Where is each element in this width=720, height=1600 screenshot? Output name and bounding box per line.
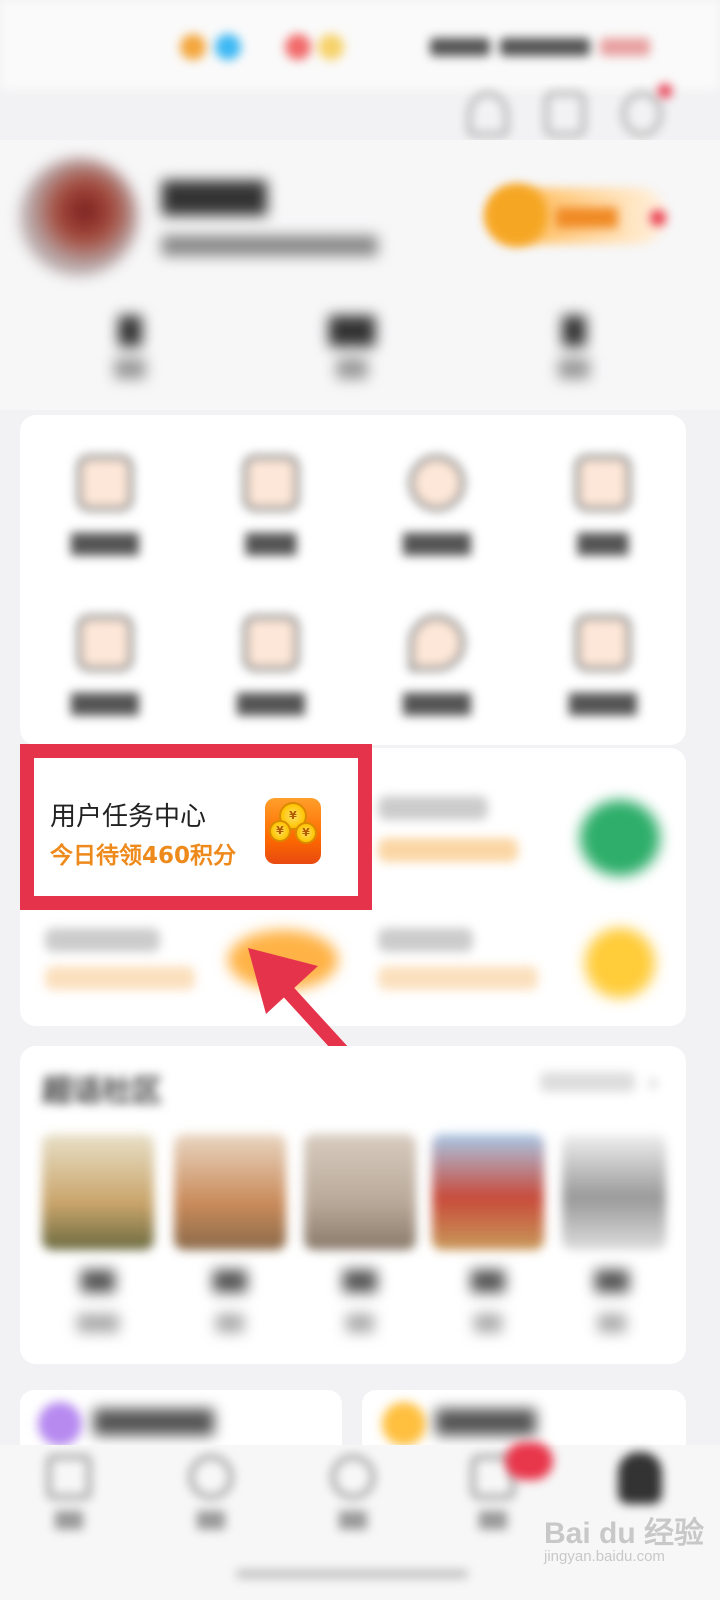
scan-icon[interactable]: [545, 92, 585, 136]
promo-subtitle: [378, 838, 518, 862]
wallet-icon: [77, 615, 133, 671]
thumbnail-name: ▇▇: [81, 1268, 115, 1293]
person-icon[interactable]: [468, 92, 508, 136]
home-icon: [47, 1455, 91, 1499]
battery-icon: [600, 38, 650, 56]
promo-title[interactable]: [45, 928, 160, 952]
discover-icon: [189, 1455, 233, 1499]
feature-grid: ▇▇▇▇ ▇▇▇ ▇▇▇▇ ▇▇▇ ▇▇▇▇ ▇▇▇▇ ▇▇▇▇ ▇▇▇▇: [20, 415, 686, 745]
thumbnail-name: ▇▇: [595, 1268, 629, 1293]
chevron-right-icon[interactable]: ›: [648, 1068, 658, 1098]
tab-home[interactable]: ▇▇: [24, 1455, 114, 1530]
tab-video[interactable]: ▇▇: [308, 1455, 398, 1530]
message-badge: [505, 1442, 553, 1480]
member-badge-icon: [486, 184, 548, 246]
grid-item[interactable]: ▇▇▇▇: [30, 615, 180, 716]
thumbnail-name: ▇▇: [343, 1268, 377, 1293]
thumbnail-name: ▇▇: [471, 1268, 505, 1293]
community-title: 超话社区: [42, 1074, 162, 1109]
notification-icon: [215, 34, 241, 60]
star-icon: [243, 455, 299, 511]
me-icon[interactable]: [618, 1452, 662, 1504]
notification-badge: [658, 84, 672, 98]
avatar[interactable]: [20, 158, 138, 276]
promo-title[interactable]: [378, 928, 473, 952]
signal-icon: [430, 38, 490, 56]
video-icon: [331, 1455, 375, 1499]
grid-item[interactable]: ▇▇▇▇: [362, 455, 512, 556]
community-thumbnail[interactable]: [432, 1134, 544, 1250]
task-center-title: 用户任务中心: [50, 802, 207, 832]
tab-discover[interactable]: ▇▇: [166, 1455, 256, 1530]
thumbnail-meta: ▇▇: [346, 1312, 374, 1333]
thumbnail-meta: ▇▇: [216, 1312, 244, 1333]
promo-image: [585, 928, 655, 998]
member-dot: [650, 210, 666, 226]
grid-item[interactable]: ▇▇▇: [196, 455, 346, 556]
community-thumbnail[interactable]: [42, 1134, 154, 1250]
community-thumbnail[interactable]: [174, 1134, 286, 1250]
network-icon: [500, 38, 590, 56]
folder-icon: [77, 455, 133, 511]
thumbnail-name: ▇▇: [213, 1268, 247, 1293]
profile-section: ▇▇▇▇ ▇▇▇▇▇▇▇▇▇▇▇▇▇▇ ▇▇▇▇ ▇ ▇▇ ▇▇ ▇▇ ▇ ▇▇: [0, 140, 720, 410]
notification-icon: [285, 34, 311, 60]
notification-icon: [180, 34, 206, 60]
grid-item[interactable]: ▇▇▇▇: [30, 455, 180, 556]
watermark-url: jingyan.baidu.com: [544, 1548, 665, 1565]
thumbnail-meta: ▇▇: [598, 1312, 626, 1333]
thumbnail-meta: ▇▇▇: [77, 1312, 119, 1333]
community-thumbnail[interactable]: [304, 1134, 416, 1250]
promo-subtitle: [45, 966, 195, 990]
order-icon: [243, 615, 299, 671]
grid-item[interactable]: ▇▇▇▇: [196, 615, 346, 716]
thumbnail-meta: ▇▇: [474, 1312, 502, 1333]
coin-icon: ¥: [295, 822, 317, 844]
task-center-subtitle: 今日待领460积分: [50, 843, 237, 869]
location-icon: [409, 615, 465, 671]
status-bar: [0, 0, 720, 90]
promo-image: [580, 800, 660, 876]
member-label: ▇▇▇▇: [556, 204, 618, 228]
card-icon: [382, 1402, 426, 1446]
community-more-link[interactable]: [540, 1072, 635, 1092]
nickname[interactable]: ▇▇▇▇: [162, 176, 267, 216]
clock-icon: [409, 455, 465, 511]
stat-likes[interactable]: ▇ ▇▇: [514, 312, 634, 379]
notification-icon: [318, 34, 344, 60]
community-thumbnail[interactable]: [562, 1134, 666, 1250]
card-label: ▇▇▇▇▇: [436, 1406, 536, 1436]
promo-title[interactable]: [378, 796, 488, 820]
stat-followers[interactable]: ▇▇ ▇▇: [292, 312, 412, 379]
calendar-icon: [575, 615, 631, 671]
coin-bag-icon: ¥ ¥ ¥: [265, 798, 321, 864]
coin-icon: ¥: [269, 820, 291, 842]
grid-item[interactable]: ▇▇▇▇: [528, 615, 678, 716]
promo-subtitle: [378, 966, 538, 990]
grid-item[interactable]: ▇▇▇: [528, 455, 678, 556]
card-icon: [38, 1402, 82, 1446]
watermark-logo: Bai du 经验: [544, 1517, 705, 1550]
grid-item[interactable]: ▇▇▇▇: [362, 615, 512, 716]
stat-following[interactable]: ▇ ▇▇: [70, 312, 190, 379]
card-label: ▇▇▇▇▇▇: [94, 1406, 214, 1436]
settings-icon[interactable]: [622, 92, 662, 136]
home-indicator[interactable]: [236, 1570, 468, 1578]
signature: ▇▇▇▇▇▇▇▇▇▇▇▇▇▇: [162, 232, 378, 256]
thumb-icon: [575, 455, 631, 511]
